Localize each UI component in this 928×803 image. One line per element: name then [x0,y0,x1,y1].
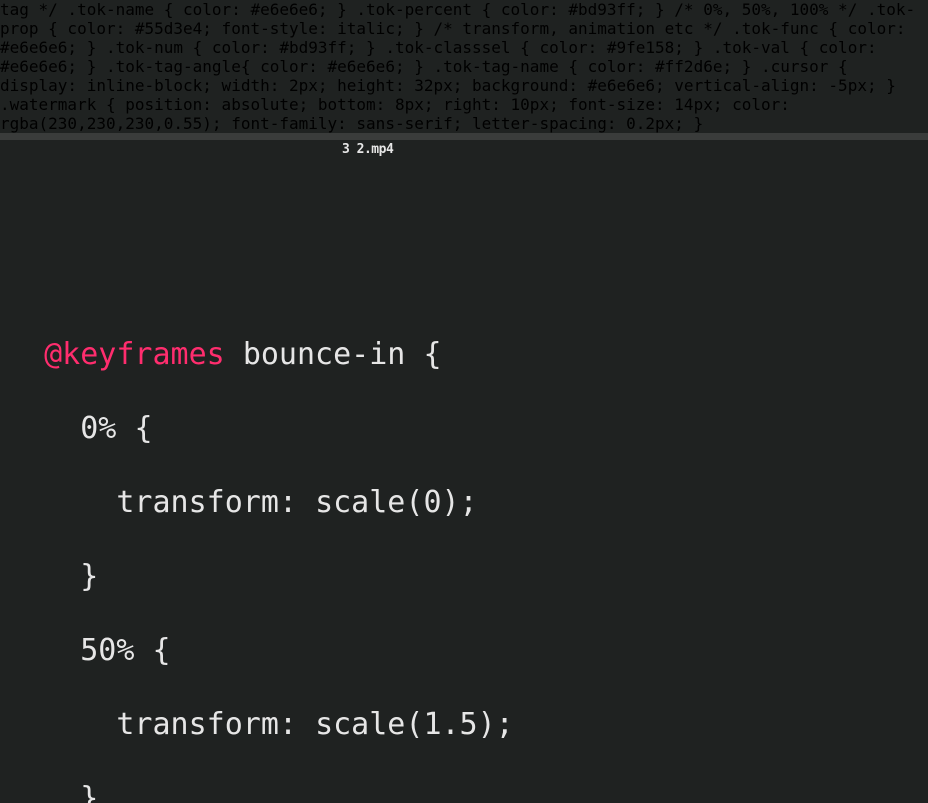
css-property: transform [116,485,279,520]
css-function: scale [315,485,405,520]
code-line: 50% { [0,632,928,669]
brace-open: { [134,411,152,446]
brace-open: { [153,633,171,668]
code-line: @keyframes bounce-in { [0,336,928,373]
brace-close: } [80,781,98,803]
brace-close: } [80,559,98,594]
number-token: 0 [423,485,441,520]
code-line: transform: scale(1.5); [0,706,928,743]
code-line: 0% { [0,410,928,447]
code-editor[interactable]: 3 2.mp4 @keyframes bounce-in { 0% { tran… [0,133,928,803]
code-line: } [0,780,928,803]
keyframe-stop: 50% [80,633,134,668]
css-property: transform [116,707,279,742]
code-line: } [0,558,928,595]
animation-name-token: bounce-in [243,337,406,372]
editor-top-bar [0,133,928,140]
keyframe-stop: 0% [80,411,116,446]
css-function: scale [315,707,405,742]
code-line: transform: scale(0); [0,484,928,521]
brace-open: { [423,337,441,372]
tab-filename: 3 2.mp4 [342,131,393,168]
at-keyword-token: @keyframes [44,337,225,372]
number-token: 1.5 [423,707,477,742]
